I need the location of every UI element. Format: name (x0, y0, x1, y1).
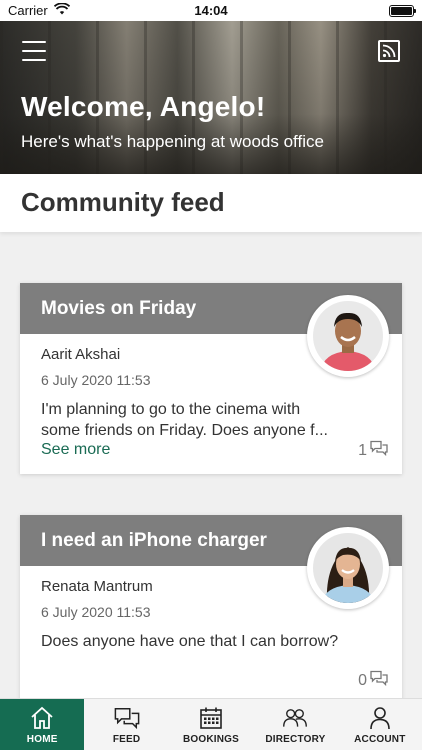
nav-item-account[interactable]: ACCOUNT (338, 699, 422, 750)
post-author: Renata Mantrum (41, 578, 153, 595)
nav-item-directory[interactable]: DIRECTORY (253, 699, 337, 750)
nav-item-bookings[interactable]: BOOKINGS (169, 699, 253, 750)
post-card[interactable]: I need an iPhone charger Renata Mantrum … (20, 515, 402, 705)
post-author: Aarit Akshai (41, 346, 121, 363)
nav-label: FEED (112, 734, 141, 745)
comment-count[interactable]: 0 (358, 670, 388, 691)
comment-count-value: 0 (358, 671, 367, 689)
post-card[interactable]: Movies on Friday Aarit Akshai 6 July 202… (20, 283, 402, 474)
post-title: I need an iPhone charger (41, 529, 267, 551)
see-more-link[interactable]: See more (41, 441, 110, 459)
people-icon (282, 706, 308, 730)
status-bar: Carrier 14:04 (0, 0, 422, 21)
nav-label: BOOKINGS (182, 734, 240, 745)
battery-icon (389, 4, 416, 17)
nav-item-feed[interactable]: FEED (84, 699, 168, 750)
post-date: 6 July 2020 11:53 (41, 604, 151, 620)
hero-banner: Welcome, Angelo! Here's what's happening… (0, 21, 422, 174)
page-title: Community feed (21, 187, 225, 217)
post-title: Movies on Friday (41, 297, 197, 319)
carrier-label: Carrier (8, 3, 48, 18)
comments-icon (370, 440, 388, 461)
rss-feed-icon[interactable] (378, 40, 400, 62)
menu-icon[interactable] (22, 41, 46, 61)
section-header: Community feed (0, 174, 422, 232)
nav-item-home[interactable]: HOME (0, 699, 85, 750)
nav-label: HOME (26, 734, 58, 745)
nav-label: DIRECTORY (265, 734, 326, 745)
person-icon (367, 706, 393, 730)
comments-icon (370, 670, 388, 691)
welcome-subtitle: Here's what's happening at woods office (21, 132, 324, 151)
post-message: Does anyone have one that I can borrow? (41, 633, 339, 650)
welcome-title: Welcome, Angelo! (21, 91, 266, 122)
comment-count[interactable]: 1 (358, 440, 388, 461)
status-left: Carrier (8, 2, 70, 18)
post-message: I'm planning to go to the cinema with so… (41, 401, 328, 439)
post-date: 6 July 2020 11:53 (41, 372, 151, 388)
bottom-nav: HOME FEED BOOKINGS DIRECTORY ACCOUNT (0, 698, 422, 750)
home-icon (29, 706, 55, 730)
chat-icon (114, 706, 140, 730)
comment-count-value: 1 (358, 441, 367, 459)
calendar-icon (198, 706, 224, 730)
wifi-icon (53, 2, 70, 18)
nav-label: ACCOUNT (354, 734, 406, 745)
